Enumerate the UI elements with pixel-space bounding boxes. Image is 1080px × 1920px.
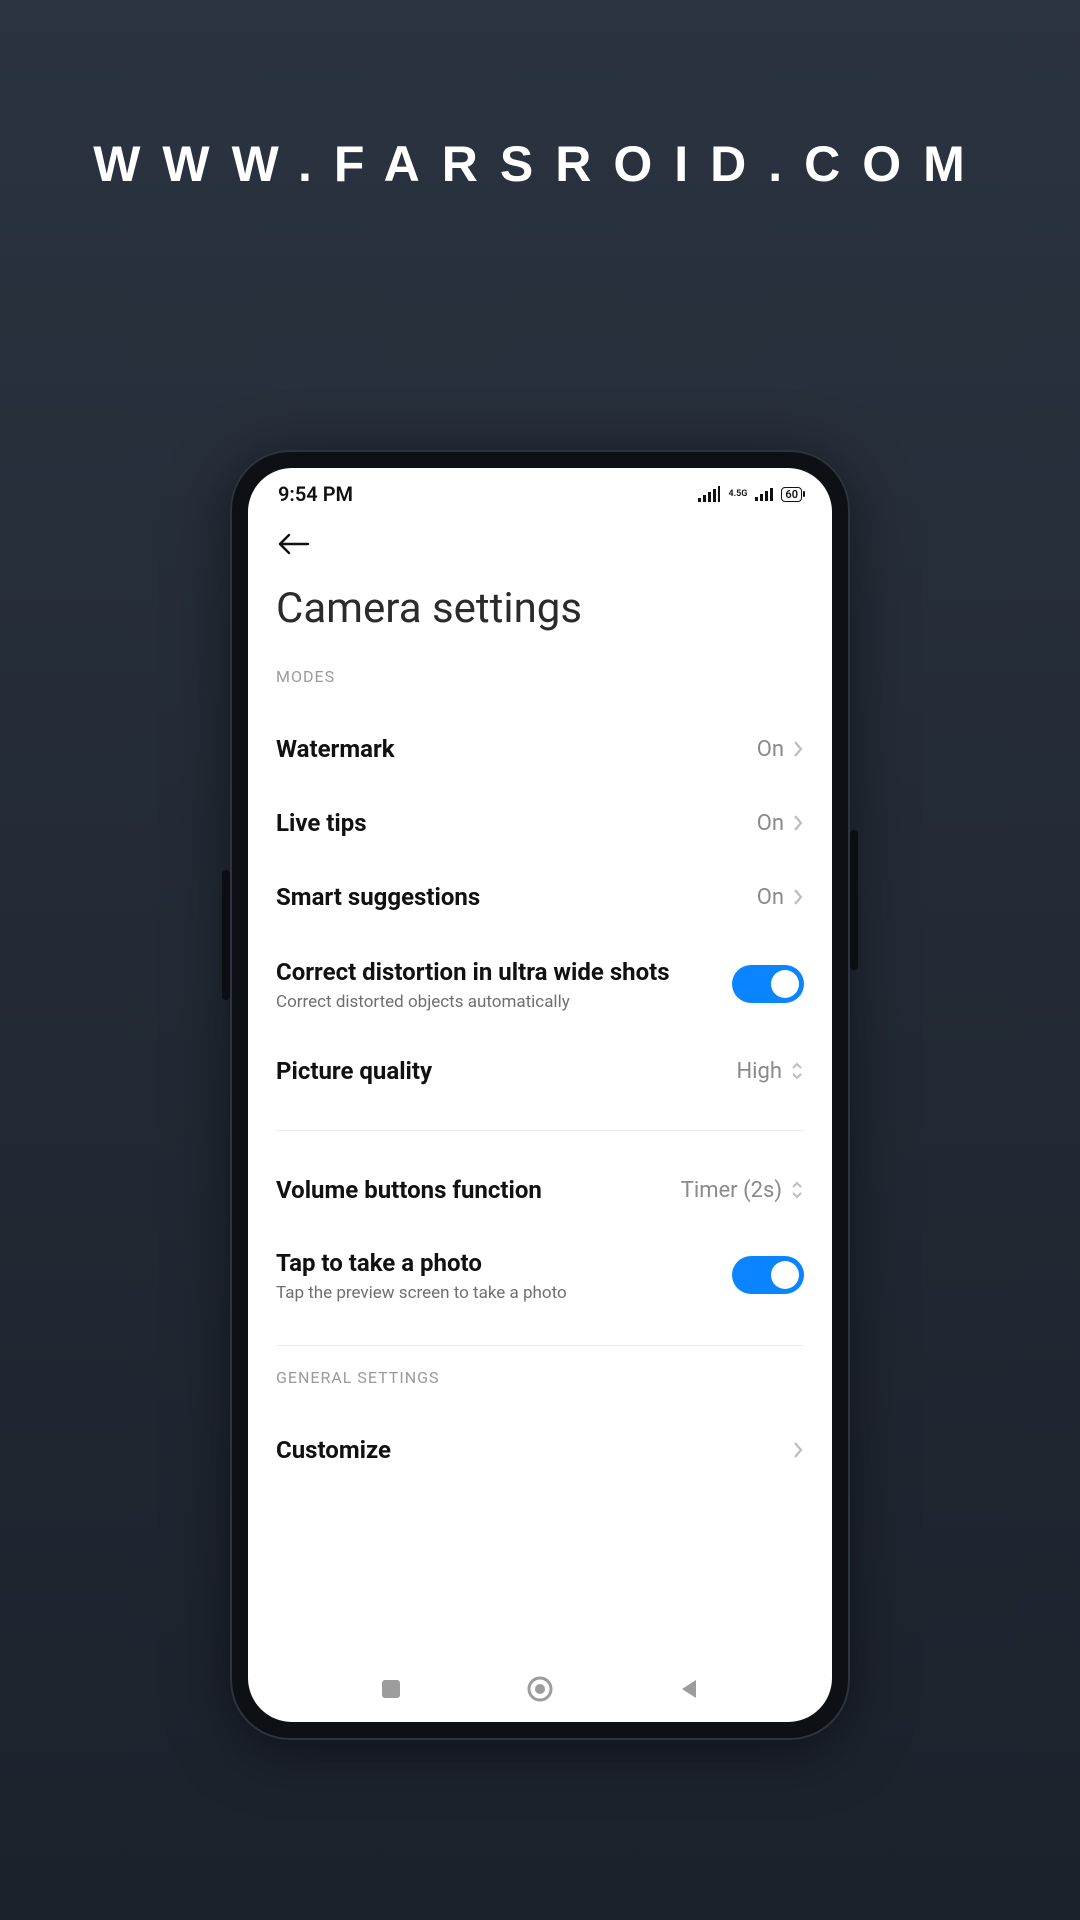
row-picture-quality[interactable]: Picture quality High [276,1034,804,1108]
network-label: 4.5G [728,490,747,499]
page-title: Camera settings [248,560,832,663]
section-general-label: GENERAL SETTINGS [276,1368,804,1387]
toggle-distortion[interactable] [732,965,804,1003]
status-indicators: 4.5G 60 [698,486,802,502]
row-distortion-title: Correct distortion in ultra wide shots [276,956,712,988]
divider [276,1130,804,1131]
row-distortion-sub: Correct distorted objects automatically [276,992,712,1012]
toggle-tap-photo[interactable] [732,1256,804,1294]
row-watermark[interactable]: Watermark On [276,712,804,786]
chevron-right-icon [792,814,804,832]
triangle-left-icon [678,1678,700,1700]
phone-frame: 9:54 PM 4.5G 60 [230,450,850,1740]
arrow-left-icon [276,532,310,556]
row-watermark-value: On [757,737,784,762]
section-modes-label: MODES [276,667,804,686]
status-bar: 9:54 PM 4.5G 60 [248,468,832,520]
row-watermark-title: Watermark [276,733,737,765]
nav-home-button[interactable] [527,1676,553,1706]
row-tap-photo[interactable]: Tap to take a photo Tap the preview scre… [276,1227,804,1323]
row-customize[interactable]: Customize [276,1413,804,1487]
divider [276,1345,804,1346]
chevron-right-icon [792,888,804,906]
row-volume-title: Volume buttons function [276,1174,661,1206]
sort-icon [790,1180,804,1200]
site-watermark: WWW.FARSROID.COM [0,135,1080,193]
signal-icon [698,486,720,502]
back-button[interactable] [276,532,310,560]
row-volume-value: Timer (2s) [681,1178,782,1203]
row-distortion[interactable]: Correct distortion in ultra wide shots C… [276,934,804,1034]
toggle-knob [771,970,799,998]
sort-icon [790,1061,804,1081]
system-nav-bar [248,1666,832,1722]
status-time: 9:54 PM [278,482,353,506]
row-live-tips-title: Live tips [276,807,737,839]
square-icon [380,1678,402,1700]
settings-list[interactable]: MODES Watermark On Live tips On Smart su… [248,663,832,1666]
row-tap-photo-sub: Tap the preview screen to take a photo [276,1283,712,1303]
row-live-tips[interactable]: Live tips On [276,786,804,860]
signal-secondary-icon [755,487,773,501]
row-picture-quality-value: High [736,1059,782,1084]
row-picture-quality-title: Picture quality [276,1055,716,1087]
row-smart-suggestions-title: Smart suggestions [276,881,737,913]
row-live-tips-value: On [757,811,784,836]
row-customize-title: Customize [276,1434,772,1466]
battery-icon: 60 [781,487,802,502]
nav-recent-button[interactable] [380,1678,402,1704]
nav-back-button[interactable] [678,1678,700,1704]
battery-level: 60 [785,489,798,500]
chevron-right-icon [792,1441,804,1459]
screen: 9:54 PM 4.5G 60 [248,468,832,1722]
chevron-right-icon [792,740,804,758]
row-volume-buttons[interactable]: Volume buttons function Timer (2s) [276,1153,804,1227]
circle-icon [527,1676,553,1702]
row-smart-suggestions[interactable]: Smart suggestions On [276,860,804,934]
row-smart-suggestions-value: On [757,885,784,910]
toggle-knob [771,1261,799,1289]
row-tap-photo-title: Tap to take a photo [276,1247,712,1279]
